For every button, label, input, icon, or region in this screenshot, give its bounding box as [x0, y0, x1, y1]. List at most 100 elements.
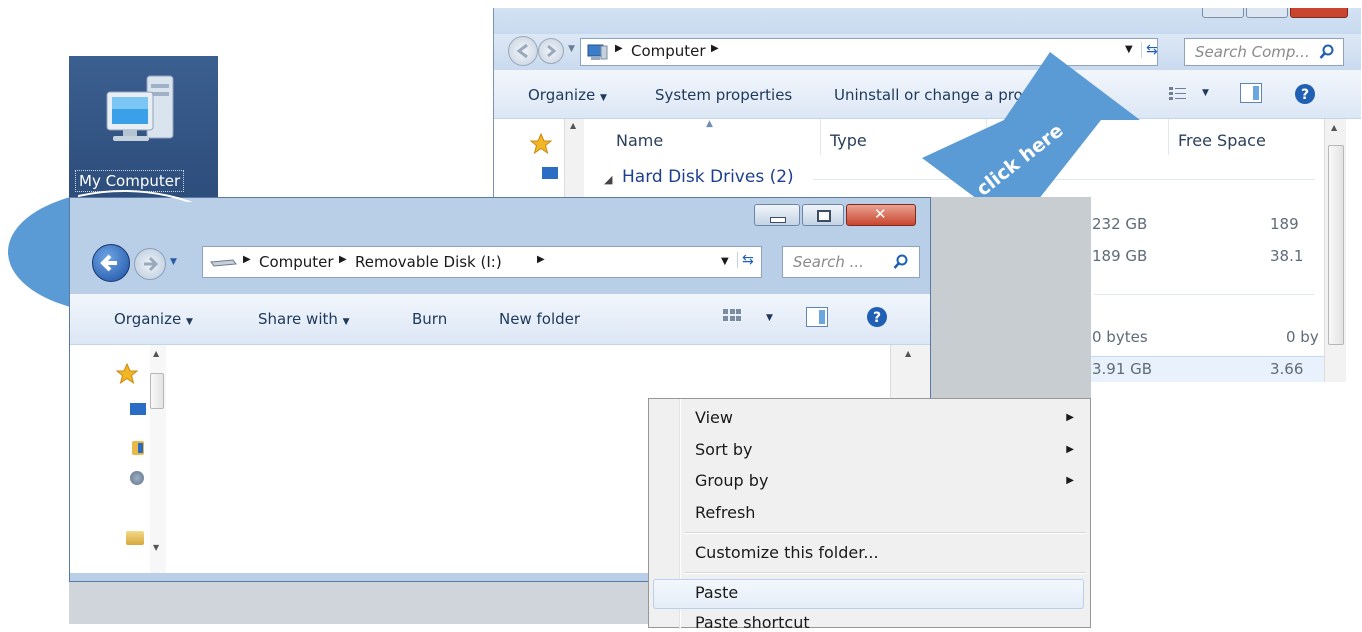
desktop-icon[interactable]	[542, 167, 558, 179]
back-arrow-icon	[516, 43, 528, 59]
computer-small-icon	[587, 44, 608, 60]
view-dropdown-icon[interactable]: ▼	[1202, 88, 1209, 98]
preview-pane-button[interactable]	[1240, 83, 1262, 103]
forward-button[interactable]	[134, 248, 166, 280]
desktop-icon[interactable]	[130, 403, 146, 415]
favorites-star-icon[interactable]	[530, 133, 552, 155]
view-dropdown-icon[interactable]: ▼	[766, 313, 773, 323]
recent-pages-dropdown-icon[interactable]: ▼	[568, 44, 575, 54]
minimize-button[interactable]	[754, 204, 800, 226]
back-arrow-icon	[100, 254, 117, 272]
row-1-free-space: 189	[1270, 215, 1299, 233]
menu-item-group-by[interactable]: Group by	[695, 471, 768, 490]
burn-button[interactable]: Burn	[412, 310, 447, 328]
share-with-label: Share with	[258, 310, 338, 328]
search-input[interactable]: Search ...	[782, 246, 920, 278]
navigation-pane: ▲ ▼	[70, 345, 182, 573]
row-2-free-space: 38.1	[1270, 247, 1304, 265]
computer-icon	[106, 75, 174, 141]
menu-item-view[interactable]: View	[695, 408, 733, 427]
title-bar	[494, 8, 1361, 34]
organize-label: Organize	[528, 86, 596, 104]
scroll-up-icon[interactable]: ▲	[905, 349, 911, 358]
scroll-up-icon[interactable]: ▲	[570, 121, 576, 130]
menu-item-sort-by[interactable]: Sort by	[695, 440, 753, 459]
breadcrumb-removable-disk[interactable]: Removable Disk (I:)	[355, 253, 502, 271]
breadcrumb-separator-icon: ▶	[615, 43, 623, 54]
search-icon	[1319, 44, 1334, 59]
dropdown-icon: ▼	[342, 317, 350, 327]
address-dropdown-icon[interactable]: ▼	[721, 256, 729, 267]
maximize-button[interactable]	[1246, 8, 1288, 18]
scrollbar-thumb[interactable]	[1328, 145, 1344, 345]
desktop-background	[931, 197, 1091, 398]
recent-pages-dropdown-icon[interactable]: ▼	[170, 257, 177, 267]
scroll-down-icon[interactable]: ▼	[153, 543, 159, 552]
column-header-name[interactable]: Name	[616, 131, 663, 150]
close-button[interactable]	[1290, 8, 1348, 18]
help-icon[interactable]: ?	[1294, 83, 1316, 105]
menu-separator	[685, 532, 1086, 534]
scroll-up-icon[interactable]: ▲	[153, 349, 159, 358]
sort-indicator-icon: ▲	[706, 119, 713, 129]
breadcrumb-separator-icon: ▶	[711, 43, 719, 54]
breadcrumb-computer[interactable]: Computer	[259, 253, 334, 271]
libraries-icon[interactable]	[132, 441, 144, 455]
row-4-free-space: 3.66	[1270, 360, 1304, 378]
forward-button[interactable]	[538, 38, 564, 64]
breadcrumb-separator-icon: ▶	[537, 254, 545, 265]
refresh-icon[interactable]: ⇆	[737, 252, 754, 268]
system-properties-button[interactable]: System properties	[655, 86, 792, 104]
nav-pane-scrollbar[interactable]: ▲ ▼	[150, 345, 166, 573]
address-bar[interactable]: ▶ Computer ▶ Removable Disk (I:) ▶ ▼ ⇆	[202, 246, 762, 278]
desktop-background	[69, 582, 649, 624]
menu-item-paste-shortcut[interactable]: Paste shortcut	[695, 613, 810, 632]
help-icon[interactable]: ?	[866, 306, 888, 328]
svg-text:?: ?	[1301, 87, 1309, 103]
forward-arrow-icon	[547, 44, 557, 58]
row-4-total-size: 3.91 GB	[1092, 360, 1153, 378]
organize-menu[interactable]: Organize ▼	[114, 310, 193, 328]
menu-item-paste[interactable]: Paste	[695, 583, 738, 602]
minimize-button[interactable]	[1202, 8, 1244, 18]
close-icon: ✕	[874, 205, 887, 223]
scroll-up-icon[interactable]: ▲	[1331, 123, 1337, 132]
back-button[interactable]	[508, 36, 538, 66]
file-list-scrollbar[interactable]: ▲	[1324, 119, 1346, 382]
menu-item-refresh[interactable]: Refresh	[695, 503, 755, 522]
view-options-icon[interactable]	[1168, 85, 1188, 103]
collapse-group-icon[interactable]: ◢	[604, 173, 612, 186]
command-bar: Organize ▼ Share with ▼ Burn New folder …	[70, 294, 930, 345]
preview-pane-button[interactable]	[806, 307, 828, 327]
view-options-icon[interactable]	[722, 308, 742, 328]
forward-arrow-icon	[144, 256, 159, 272]
submenu-arrow-icon: ▶	[1066, 444, 1074, 455]
organize-menu[interactable]: Organize ▼	[528, 86, 607, 104]
my-computer-desktop-icon[interactable]: My Computer	[69, 56, 218, 200]
svg-text:?: ?	[873, 310, 881, 326]
computer-folder-icon[interactable]	[126, 531, 144, 545]
scrollbar-thumb[interactable]	[150, 373, 164, 409]
column-header-free-space[interactable]: Free Space	[1178, 131, 1266, 150]
row-2-total-size: 189 GB	[1092, 247, 1148, 265]
share-with-menu[interactable]: Share with ▼	[258, 310, 350, 328]
favorites-star-icon[interactable]	[116, 363, 138, 385]
search-input[interactable]: Search Comp...	[1184, 38, 1344, 66]
new-folder-button[interactable]: New folder	[499, 310, 580, 328]
breadcrumb-separator-icon: ▶	[339, 254, 347, 265]
close-button[interactable]: ✕	[846, 204, 916, 226]
dropdown-icon: ▼	[185, 317, 193, 327]
back-button[interactable]	[92, 244, 130, 282]
homegroup-icon[interactable]	[130, 471, 144, 485]
maximize-button[interactable]	[802, 204, 844, 226]
group-header-hard-disk-drives[interactable]: Hard Disk Drives (2)	[622, 167, 794, 187]
search-placeholder: Search ...	[793, 253, 864, 271]
column-header-type[interactable]: Type	[830, 131, 867, 150]
submenu-arrow-icon: ▶	[1066, 475, 1074, 486]
row-3-total-size: 0 bytes	[1092, 328, 1148, 346]
my-computer-label: My Computer	[75, 170, 185, 192]
breadcrumb-separator-icon: ▶	[243, 254, 251, 265]
menu-item-customize-folder[interactable]: Customize this folder...	[695, 543, 879, 562]
breadcrumb-computer[interactable]: Computer	[631, 42, 706, 60]
submenu-arrow-icon: ▶	[1066, 412, 1074, 423]
